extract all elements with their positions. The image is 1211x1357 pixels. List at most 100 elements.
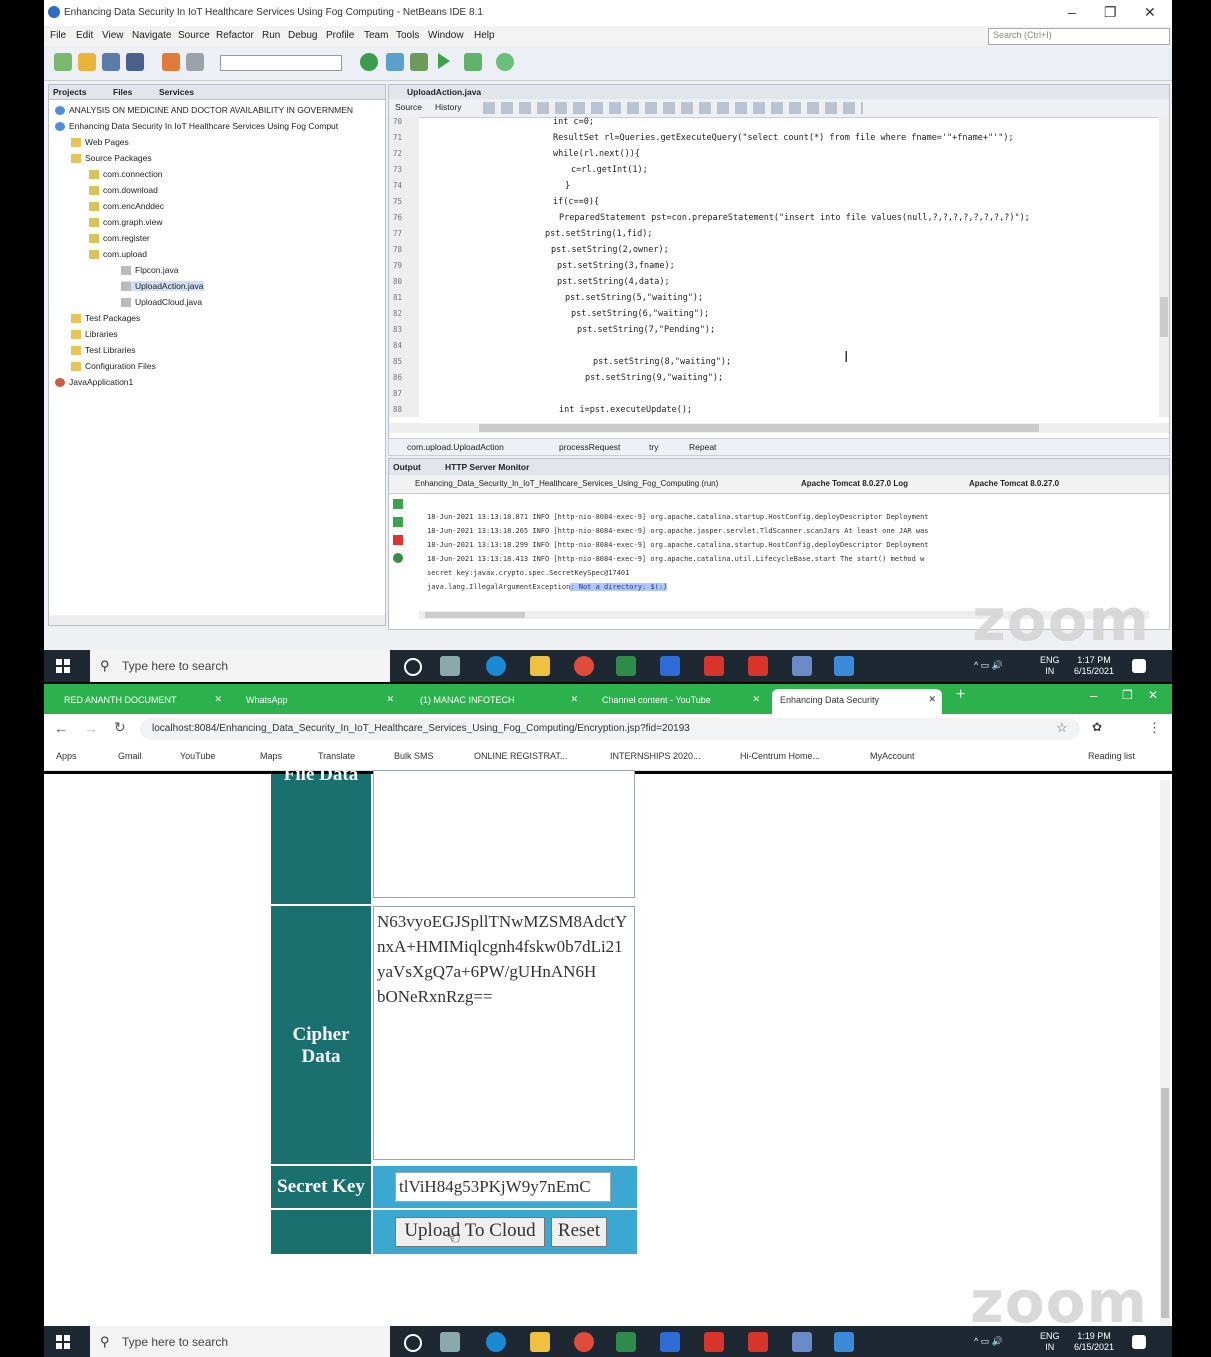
tab-output[interactable]: Output [393, 462, 421, 472]
bookmark-youtube[interactable]: YouTube [180, 751, 215, 761]
tree-item[interactable]: com.connection [89, 169, 163, 180]
menu-file[interactable]: File [50, 30, 66, 41]
subtab-tomcat-log[interactable]: Apache Tomcat 8.0.27.0 Log [801, 479, 908, 488]
file-explorer-icon[interactable] [530, 656, 550, 676]
tree-item-selected[interactable]: UploadAction.java [121, 281, 204, 292]
reload-icon[interactable]: ↻ [114, 719, 126, 736]
stop-icon[interactable] [393, 535, 403, 545]
config-combo[interactable] [220, 55, 342, 71]
netbeans-taskbar-icon[interactable] [792, 656, 812, 676]
new-file-icon[interactable] [78, 53, 96, 71]
language-indicator[interactable]: ENG IN [1040, 1331, 1060, 1353]
config-icon[interactable] [360, 53, 378, 71]
app-icon[interactable] [748, 1332, 768, 1352]
menu-help[interactable]: Help [474, 30, 495, 41]
taskbar-search-input[interactable]: ⚲ Type here to search [90, 1326, 390, 1357]
taskbar-search-input[interactable]: ⚲ Type here to search [90, 650, 390, 682]
app-icon[interactable] [834, 656, 854, 676]
bookmark-internships[interactable]: INTERNSHIPS 2020... [610, 751, 701, 761]
build-icon[interactable] [386, 53, 404, 71]
editor-tool-icons[interactable] [483, 102, 863, 114]
windows-start-icon[interactable] [56, 659, 70, 673]
notification-icon[interactable] [1132, 1335, 1146, 1349]
reset-button[interactable]: Reset [551, 1217, 607, 1247]
netbeans-taskbar-icon[interactable] [792, 1332, 812, 1352]
debug-icon[interactable] [464, 53, 482, 71]
bookmark-translate[interactable]: Translate [318, 751, 355, 761]
projects-hscrollbar[interactable] [49, 615, 385, 625]
source-button[interactable]: Source [395, 102, 422, 112]
browser-tab[interactable]: (1) MANAC INFOTECH ✕ [414, 689, 584, 714]
tree-item[interactable]: UploadCloud.java [121, 297, 202, 308]
tree-item[interactable]: Web Pages [71, 137, 129, 148]
editor-hscrollbar[interactable] [389, 423, 1169, 433]
redo-icon[interactable] [186, 53, 204, 71]
notification-icon[interactable] [1132, 659, 1146, 673]
tree-item[interactable]: com.register [89, 233, 150, 244]
menu-run[interactable]: Run [262, 30, 280, 41]
chrome-menu-icon[interactable]: ⋮ [1148, 720, 1161, 736]
breadcrumb-method[interactable]: processRequest [559, 442, 620, 452]
edge-icon[interactable] [486, 656, 506, 676]
editor-vscroll-thumb[interactable] [1160, 297, 1168, 337]
forward-icon[interactable]: → [84, 720, 98, 736]
bookmark-apps[interactable]: Apps [56, 751, 77, 761]
new-project-icon[interactable] [54, 53, 72, 71]
cipher-data-textarea[interactable]: N63vyoEGJSpllTNwMZSM8AdctYnxA+HMIMiqlcgn… [373, 906, 635, 1160]
clock[interactable]: 1:19 PM 6/15/2021 [1074, 1331, 1114, 1353]
tree-item[interactable]: Test Packages [71, 313, 140, 324]
menu-window[interactable]: Window [428, 30, 464, 41]
chrome-icon[interactable] [574, 656, 594, 676]
tab-close-icon[interactable]: ✕ [386, 694, 394, 705]
url-input[interactable]: localhost:8084/Enhancing_Data_Security_I… [140, 718, 1080, 740]
close-icon[interactable]: ✕ [1144, 4, 1156, 21]
browser-tab[interactable]: WhatsApp ✕ [240, 689, 400, 714]
store-icon[interactable] [616, 1332, 636, 1352]
tree-item[interactable]: com.download [89, 185, 158, 196]
new-tab-icon[interactable]: + [956, 686, 965, 711]
tab-http-monitor[interactable]: HTTP Server Monitor [445, 462, 529, 472]
history-button[interactable]: History [435, 102, 461, 112]
open-project-icon[interactable] [102, 53, 120, 71]
bookmark-myaccount[interactable]: MyAccount [870, 751, 915, 761]
tab-close-icon[interactable]: ✕ [928, 694, 936, 705]
page-vscroll-thumb[interactable] [1161, 1088, 1169, 1318]
output-side-icons[interactable] [393, 499, 405, 579]
reading-list[interactable]: Reading list [1088, 751, 1135, 761]
refresh-icon[interactable] [393, 553, 403, 563]
tree-item[interactable]: JavaApplication1 [55, 377, 133, 388]
extensions-icon[interactable]: ✿ [1092, 720, 1102, 734]
store-icon[interactable] [616, 656, 636, 676]
bookmark-hi-centrum[interactable]: Hi-Centrum Home... [740, 751, 820, 761]
tab-close-icon[interactable]: ✕ [214, 694, 222, 705]
app-icon[interactable] [704, 656, 724, 676]
cortana-icon[interactable] [404, 1334, 422, 1352]
bookmark-gmail[interactable]: Gmail [118, 751, 142, 761]
tab-services[interactable]: Services [159, 87, 194, 97]
task-view-icon[interactable] [440, 656, 460, 676]
clock[interactable]: 1:17 PM 6/15/2021 [1074, 655, 1114, 677]
undo-icon[interactable] [162, 53, 180, 71]
browser-tab-active[interactable]: Enhancing Data Security ✕ [772, 689, 942, 714]
file-explorer-icon[interactable] [530, 1332, 550, 1352]
tree-item[interactable]: com.graph.view [89, 217, 163, 228]
bookmark-bulk-sms[interactable]: Bulk SMS [394, 751, 434, 761]
profile-icon[interactable] [496, 53, 514, 71]
bookmark-maps[interactable]: Maps [260, 751, 282, 761]
menu-tools[interactable]: Tools [396, 30, 419, 41]
browser-tab[interactable]: Channel content - YouTube ✕ [596, 689, 766, 714]
tree-item[interactable]: Test Libraries [71, 345, 136, 356]
menu-profile[interactable]: Profile [326, 30, 354, 41]
page-vscrollbar[interactable] [1160, 780, 1170, 1326]
subtab-tomcat[interactable]: Apache Tomcat 8.0.27.0 [969, 479, 1059, 488]
zoom-app-icon[interactable] [660, 1332, 680, 1352]
breadcrumb-try[interactable]: try [649, 442, 658, 452]
windows-start-icon[interactable] [56, 1335, 70, 1349]
save-all-icon[interactable] [126, 53, 144, 71]
menu-navigate[interactable]: Navigate [132, 30, 171, 41]
app-icon[interactable] [704, 1332, 724, 1352]
tab-close-icon[interactable]: ✕ [752, 694, 760, 705]
ide-search-input[interactable]: Search (Ctrl+I) [988, 28, 1170, 45]
code-area[interactable]: int c=0; ResultSet rl=Queries.getExecuteQ… [419, 117, 1159, 417]
tree-item[interactable]: Enhancing Data Security In IoT Healthcar… [55, 121, 338, 132]
